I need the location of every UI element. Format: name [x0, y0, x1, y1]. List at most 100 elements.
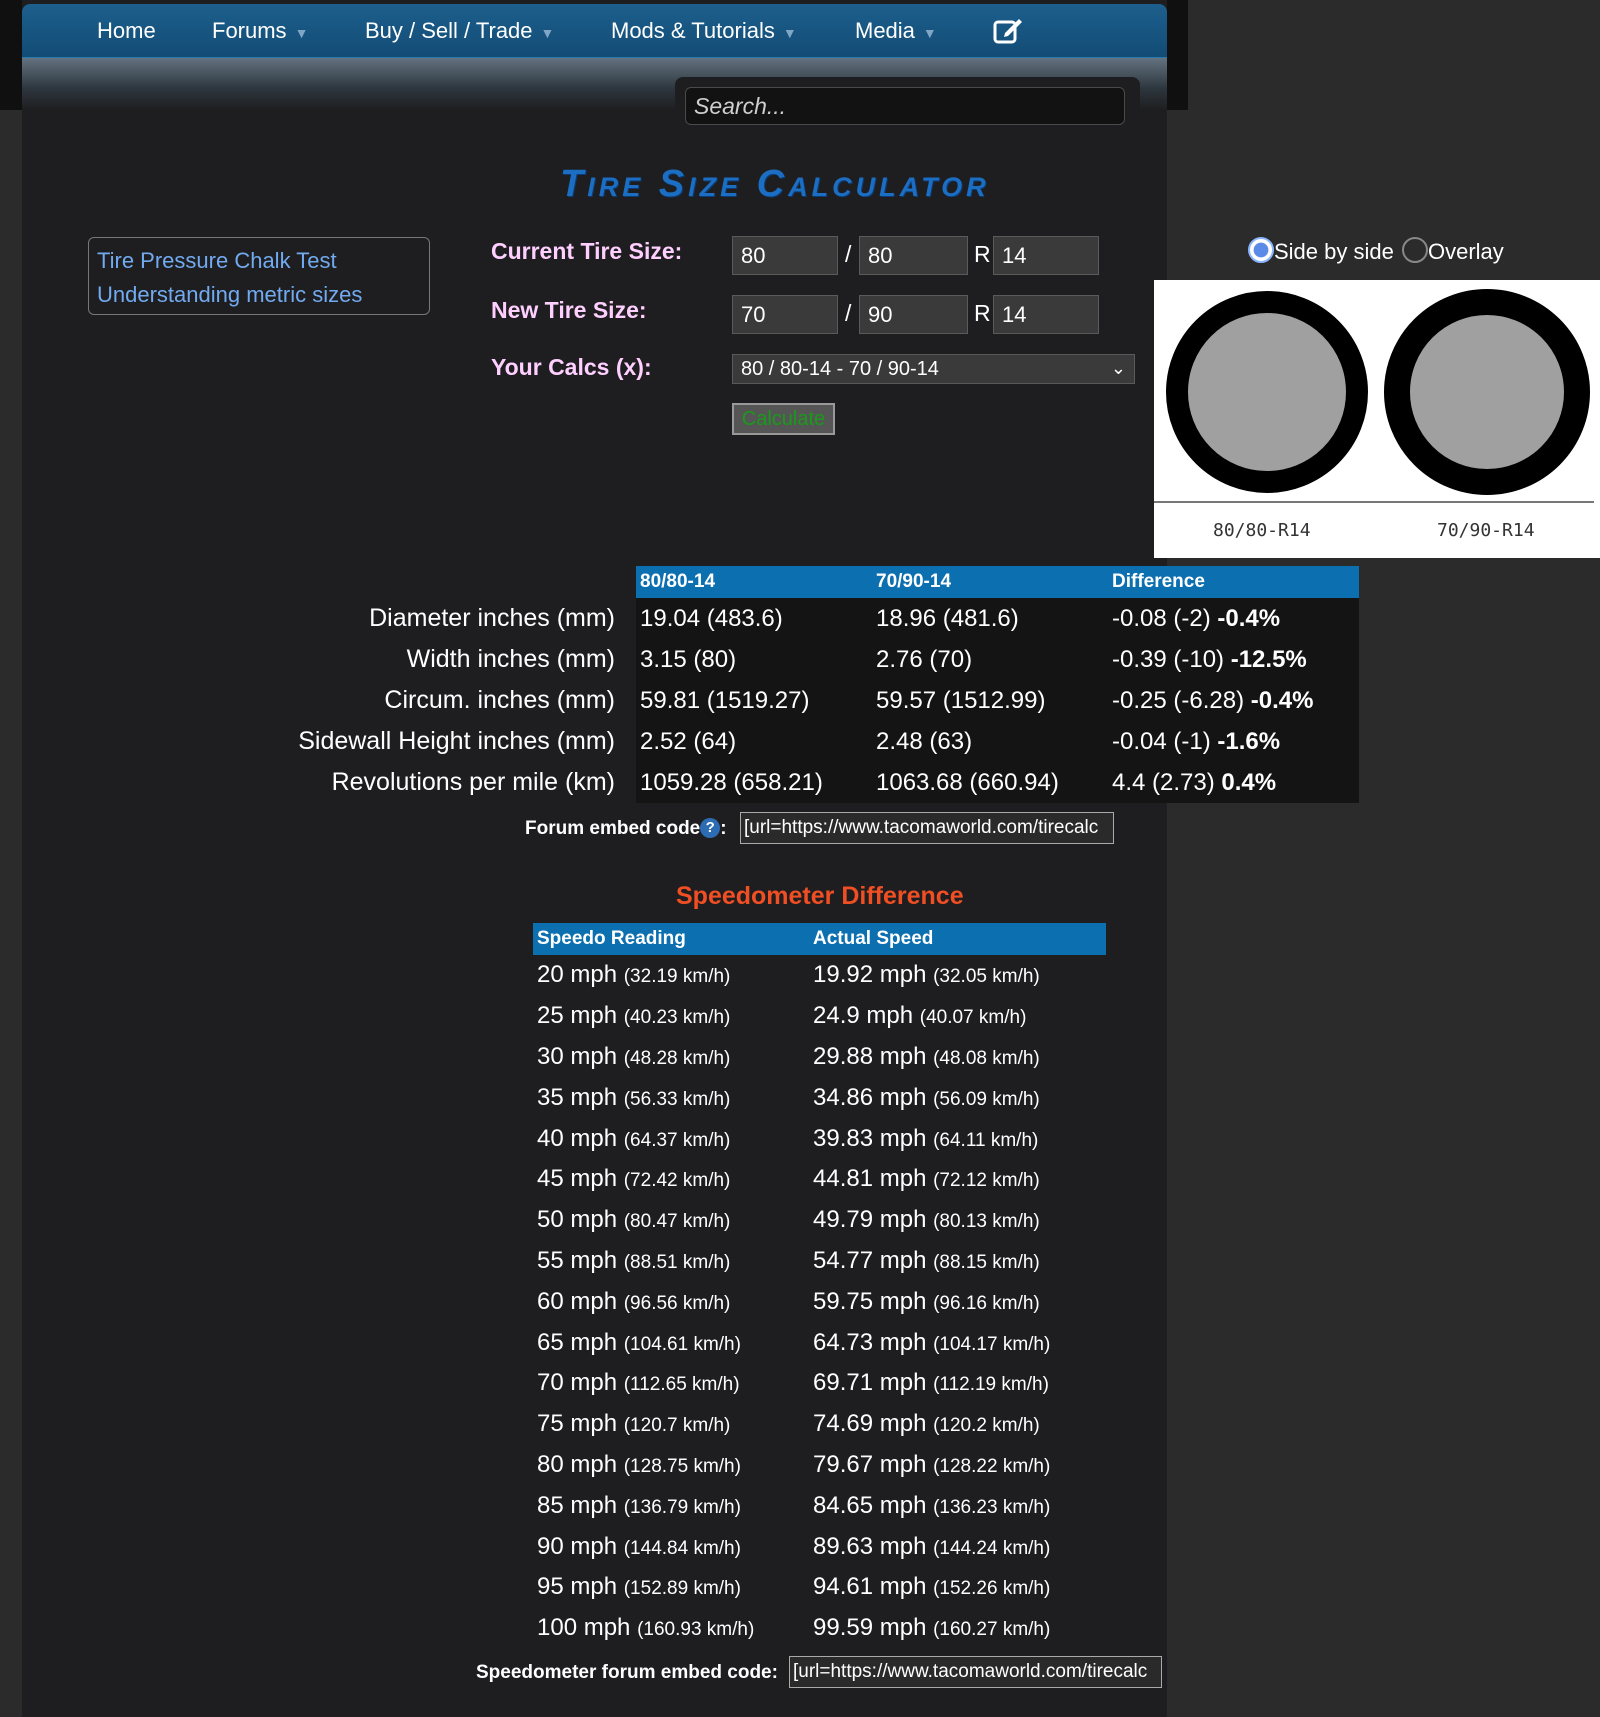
- reading-kmh: (112.65 km/h): [623, 1374, 740, 1396]
- radio-overlay[interactable]: Overlay: [1402, 237, 1504, 265]
- speedo-embed-label: Speedometer forum embed code:: [476, 1662, 778, 1683]
- speedo-row: 90 mph (144.84 km/h) 89.63 mph (144.24 km…: [533, 1526, 1106, 1567]
- current-rim-input[interactable]: [993, 236, 1099, 275]
- cell-speedo-reading: 80 mph (128.75 km/h): [533, 1445, 809, 1486]
- new-size-label: New Tire Size:: [491, 297, 647, 323]
- reading-kmh: (80.47 km/h): [623, 1211, 731, 1233]
- speedo-row: 95 mph (152.89 km/h) 94.61 mph (152.26 km…: [533, 1567, 1106, 1608]
- new-width-input[interactable]: [732, 295, 838, 334]
- actual-kmh: (48.08 km/h): [933, 1047, 1040, 1069]
- cell-current: 19.04 (483.6): [640, 604, 783, 632]
- chevron-down-icon: ▼: [540, 25, 555, 41]
- radio-side-by-side[interactable]: Side by side: [1248, 237, 1394, 265]
- speedo-row: 60 mph (96.56 km/h) 59.75 mph (96.16 km/h…: [533, 1281, 1106, 1322]
- reading-mph: 30 mph: [537, 1042, 618, 1070]
- reading-mph: 65 mph: [537, 1328, 618, 1356]
- chevron-down-icon: ▼: [294, 25, 309, 41]
- chevron-down-icon: ▼: [782, 25, 797, 41]
- actual-mph: 64.73 mph: [813, 1328, 927, 1356]
- main-navbar: Home Forums ▼ Buy / Sell / Trade ▼ Mods & …: [22, 4, 1167, 59]
- difference-percent: -0.4%: [1217, 604, 1281, 632]
- calculate-button[interactable]: Calculate: [732, 403, 835, 435]
- nav-buy-sell-trade[interactable]: Buy / Sell / Trade ▼: [365, 18, 554, 44]
- reading-kmh: (120.7 km/h): [623, 1415, 731, 1437]
- cell-speedo-reading: 40 mph (64.37 km/h): [533, 1118, 809, 1159]
- slash-separator: /: [845, 300, 852, 326]
- difference-value: -0.08 (-2): [1112, 604, 1211, 632]
- slash-separator: /: [845, 241, 852, 267]
- comparison-header-row: 80/80-14 70/90-14 Difference: [636, 566, 1359, 598]
- links-box: Tire Pressure Chalk Test Understanding m…: [88, 237, 430, 315]
- cell-speedo-reading: 20 mph (32.19 km/h): [533, 955, 809, 996]
- difference-value: -0.04 (-1): [1112, 727, 1211, 755]
- cell-new: 59.57 (1512.99): [876, 686, 1046, 714]
- cell-actual-speed: 99.59 mph (160.27 km/h): [809, 1608, 1106, 1649]
- current-tire-caption: 80/80-R14: [1213, 520, 1311, 541]
- speedo-embed-input[interactable]: [url=https://www.tacomaworld.com/tirecal…: [789, 1656, 1162, 1688]
- comparison-row: 19.04 (483.6) 18.96 (481.6) -0.08 (-2) -0.…: [636, 598, 1359, 639]
- actual-kmh: (128.22 km/h): [933, 1455, 1051, 1477]
- actual-mph: 89.63 mph: [813, 1532, 927, 1560]
- your-calcs-select[interactable]: 80 / 80-14 - 70 / 90-14 ⌄: [732, 354, 1135, 384]
- speedo-row: 30 mph (48.28 km/h) 29.88 mph (48.08 km/h…: [533, 1037, 1106, 1078]
- actual-kmh: (56.09 km/h): [933, 1088, 1040, 1110]
- nav-home[interactable]: Home: [97, 18, 156, 44]
- row-label-sidewall: Sidewall Height inches (mm): [298, 727, 615, 755]
- link-chalk-test[interactable]: Tire Pressure Chalk Test: [97, 244, 421, 278]
- reading-mph: 40 mph: [537, 1124, 618, 1152]
- current-ratio-input[interactable]: [859, 236, 968, 275]
- forum-embed-input[interactable]: [url=https://www.tacomaworld.com/tirecal…: [740, 812, 1114, 844]
- cell-new: 1063.68 (660.94): [876, 768, 1059, 796]
- actual-mph: 44.81 mph: [813, 1165, 927, 1193]
- reading-mph: 35 mph: [537, 1083, 618, 1111]
- new-rim-input[interactable]: [993, 295, 1099, 334]
- reading-kmh: (136.79 km/h): [623, 1496, 741, 1518]
- cell-speedo-reading: 100 mph (160.93 km/h): [533, 1608, 809, 1649]
- actual-mph: 94.61 mph: [813, 1573, 927, 1601]
- link-metric-sizes[interactable]: Understanding metric sizes: [97, 278, 421, 312]
- new-ratio-input[interactable]: [859, 295, 968, 334]
- current-width-input[interactable]: [732, 236, 838, 275]
- nav-media[interactable]: Media ▼: [855, 18, 937, 44]
- actual-kmh: (32.05 km/h): [933, 966, 1040, 988]
- header-speedo-reading: Speedo Reading: [533, 923, 809, 955]
- edit-icon[interactable]: [992, 16, 1024, 46]
- cell-speedo-reading: 75 mph (120.7 km/h): [533, 1404, 809, 1445]
- cell-new: 18.96 (481.6): [876, 604, 1019, 632]
- difference-value: 4.4 (2.73): [1112, 768, 1215, 796]
- actual-mph: 84.65 mph: [813, 1491, 927, 1519]
- header-actual-speed: Actual Speed: [809, 923, 1106, 955]
- comparison-row: 3.15 (80) 2.76 (70) -0.39 (-10) -12.5%: [636, 639, 1359, 680]
- reading-kmh: (40.23 km/h): [623, 1007, 731, 1029]
- speedo-row: 80 mph (128.75 km/h) 79.67 mph (128.22 km…: [533, 1445, 1106, 1486]
- speedo-row: 50 mph (80.47 km/h) 49.79 mph (80.13 km/h…: [533, 1200, 1106, 1241]
- search-input[interactable]: [685, 87, 1125, 125]
- actual-kmh: (144.24 km/h): [933, 1537, 1051, 1559]
- nav-home-label: Home: [97, 18, 156, 43]
- speedo-row: 75 mph (120.7 km/h) 74.69 mph (120.2 km/h…: [533, 1404, 1106, 1445]
- speedo-row: 85 mph (136.79 km/h) 84.65 mph (136.23 km…: [533, 1485, 1106, 1526]
- help-icon[interactable]: ?: [700, 818, 721, 838]
- your-calcs-selected: 80 / 80-14 - 70 / 90-14: [741, 358, 939, 380]
- cell-actual-speed: 94.61 mph (152.26 km/h): [809, 1567, 1106, 1608]
- ground-line: [1154, 501, 1594, 503]
- cell-difference: -0.25 (-6.28) -0.4%: [1108, 680, 1359, 721]
- new-tire-shape: [1384, 289, 1590, 495]
- forum-embed-colon: :: [720, 818, 727, 839]
- rim-r-label: R: [974, 300, 991, 326]
- nav-mods-tutorials[interactable]: Mods & Tutorials ▼: [611, 18, 797, 44]
- radio-unselected-icon: [1402, 237, 1428, 263]
- cell-actual-speed: 29.88 mph (48.08 km/h): [809, 1037, 1106, 1078]
- comparison-row: 1059.28 (658.21) 1063.68 (660.94) 4.4 (2.7…: [636, 762, 1359, 803]
- cell-speedo-reading: 60 mph (96.56 km/h): [533, 1281, 809, 1322]
- reading-mph: 70 mph: [537, 1369, 618, 1397]
- cell-actual-speed: 54.77 mph (88.15 km/h): [809, 1241, 1106, 1282]
- forum-embed-label: Forum embed code?:: [525, 818, 727, 840]
- row-label-width: Width inches (mm): [406, 645, 615, 673]
- nav-forums[interactable]: Forums ▼: [212, 18, 308, 44]
- page-title: Tire Size Calculator: [560, 163, 990, 205]
- reading-mph: 90 mph: [537, 1532, 618, 1560]
- cell-difference: 4.4 (2.73) 0.4%: [1108, 762, 1359, 803]
- actual-kmh: (104.17 km/h): [933, 1333, 1051, 1355]
- current-size-label: Current Tire Size:: [491, 238, 683, 264]
